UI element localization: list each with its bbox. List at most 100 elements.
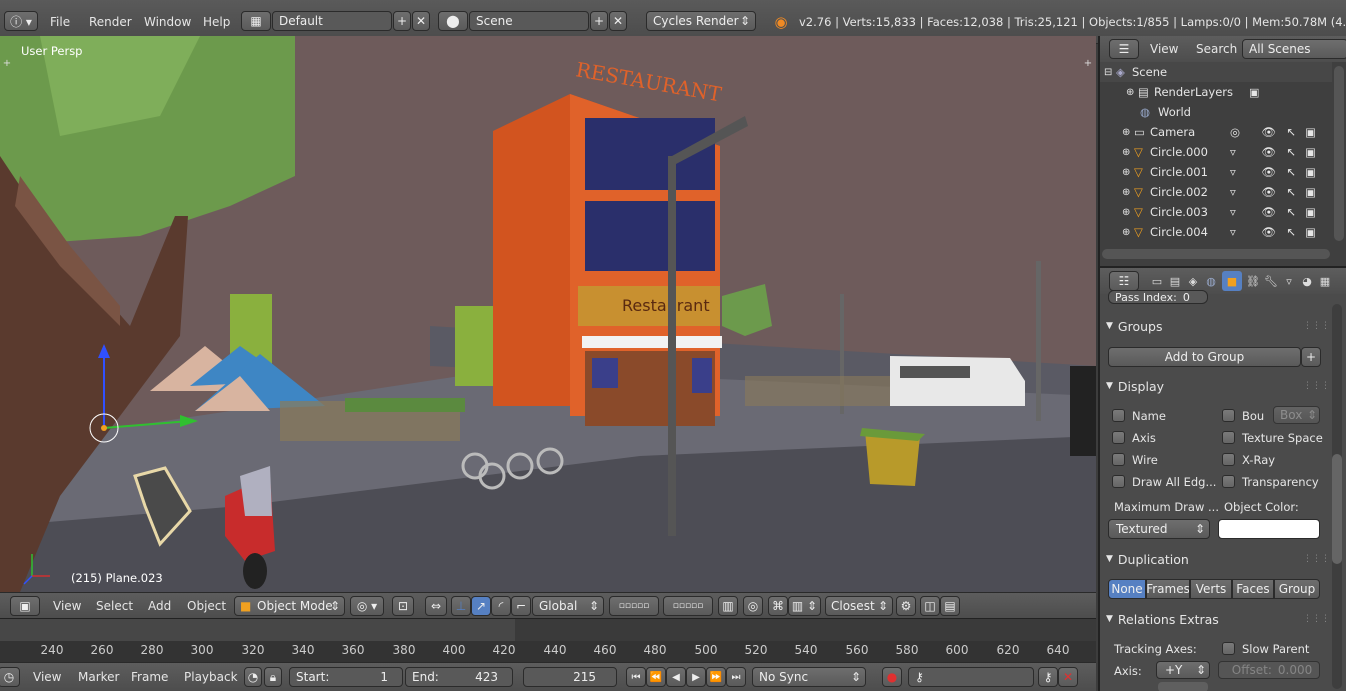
select-arrow-icon[interactable]: ↖ xyxy=(1276,225,1296,239)
visibility-eye-icon[interactable]: 👁︎ xyxy=(1256,225,1276,239)
lock-time-cursor-icon[interactable]: 🔒︎ xyxy=(264,667,282,687)
mode-dropdown[interactable]: ■ Object Mode ⇕ xyxy=(234,596,345,616)
drag-handle-icon[interactable]: ⋮⋮⋮ xyxy=(1303,554,1330,564)
visibility-eye-icon[interactable]: 👁︎ xyxy=(1256,125,1276,139)
toolshelf-toggle-icon[interactable]: + xyxy=(2,58,12,69)
outliner-scrollbar[interactable] xyxy=(1334,66,1344,241)
duplication-frames-button[interactable]: Frames xyxy=(1146,579,1190,599)
expand-icon[interactable]: ⊕ xyxy=(1126,87,1138,98)
scale-manipulator-icon[interactable]: ◜ xyxy=(491,596,511,616)
object-color-swatch[interactable] xyxy=(1218,519,1320,539)
jump-keyframe-forward-icon[interactable]: ⏩ xyxy=(706,667,726,687)
expand-icon[interactable]: ⊕ xyxy=(1122,227,1134,238)
name-checkbox[interactable] xyxy=(1112,409,1125,422)
menu-file[interactable]: File xyxy=(50,15,70,29)
outliner-row-world[interactable]: ◍ World xyxy=(1100,102,1332,122)
render-camera-icon[interactable]: ▣ xyxy=(1296,125,1316,139)
scene-tab-icon[interactable]: ◈ xyxy=(1184,273,1202,289)
layers-grid-2[interactable]: ▫▫▫▫▫ xyxy=(663,596,713,616)
relations-extras-panel-header[interactable]: ▼ Relations Extras ⋮⋮⋮ xyxy=(1106,609,1332,629)
editor-type-properties-icon[interactable]: ☷ xyxy=(1109,271,1139,291)
play-icon[interactable]: ▶ xyxy=(686,667,706,687)
wire-checkbox[interactable] xyxy=(1112,453,1125,466)
duplication-faces-button[interactable]: Faces xyxy=(1232,579,1274,599)
viewport-shading-icon[interactable]: ◎ ▾ xyxy=(350,596,384,616)
remove-layout-icon[interactable]: ✕ xyxy=(412,11,430,31)
opengl-render-icon[interactable]: ◫ xyxy=(920,596,940,616)
outliner-row-circle-004[interactable]: ⊕ ▽ Circle.004 ▿ 👁︎ ↖ ▣ xyxy=(1100,222,1332,242)
menu-object[interactable]: Object xyxy=(187,599,226,613)
select-arrow-icon[interactable]: ↖ xyxy=(1276,205,1296,219)
snap-element-icon[interactable]: ▥ ⇕ xyxy=(788,596,821,616)
scene-icon[interactable]: ⬤ xyxy=(438,11,468,31)
render-camera-icon[interactable]: ▣ xyxy=(1296,225,1316,239)
timeline-editor[interactable]: 240 260 280 300 320 340 360 380 400 420 … xyxy=(0,618,1096,663)
menu-window[interactable]: Window xyxy=(144,15,191,29)
preview-range-icon[interactable]: ◔ xyxy=(244,667,262,687)
add-to-group-button[interactable]: Add to Group xyxy=(1108,347,1301,367)
axis-checkbox[interactable] xyxy=(1112,431,1125,444)
menu-view[interactable]: View xyxy=(53,599,81,613)
play-reverse-icon[interactable]: ◀ xyxy=(666,667,686,687)
visibility-eye-icon[interactable]: 👁︎ xyxy=(1256,205,1276,219)
render-camera-icon[interactable]: ▣ xyxy=(1296,205,1316,219)
slow-parent-offset-field[interactable]: Offset: 0.000 xyxy=(1218,661,1320,679)
render-engine-dropdown[interactable]: Cycles Render ⇕ xyxy=(646,11,756,31)
expand-icon[interactable]: ⊕ xyxy=(1122,127,1134,138)
bounds-type-dropdown[interactable]: Box ⇕ xyxy=(1273,406,1320,424)
bounds-checkbox[interactable] xyxy=(1222,409,1235,422)
editor-type-timeline-icon[interactable]: ◷ xyxy=(0,667,20,687)
proportional-edit-icon[interactable]: ◎ xyxy=(743,596,763,616)
jump-start-icon[interactable]: ⏮ xyxy=(626,667,646,687)
select-arrow-icon[interactable]: ↖ xyxy=(1276,185,1296,199)
expand-icon[interactable]: ⊕ xyxy=(1122,167,1134,178)
expand-icon[interactable]: ⊕ xyxy=(1122,207,1134,218)
texture-space-checkbox[interactable] xyxy=(1222,431,1235,444)
lock-camera-icon[interactable]: ▥ xyxy=(718,596,738,616)
layout-name-field[interactable]: Default xyxy=(272,11,392,31)
opengl-animation-icon[interactable]: ▤ xyxy=(940,596,960,616)
3d-viewport[interactable]: Restaurant RESTAURANT User Persp (215) P… xyxy=(0,36,1096,592)
render-layers-tab-icon[interactable]: ▤ xyxy=(1166,273,1184,289)
draw-all-edges-checkbox[interactable] xyxy=(1112,475,1125,488)
properties-scrollbar[interactable] xyxy=(1332,454,1342,564)
sync-mode-dropdown[interactable]: No Sync ⇕ xyxy=(752,667,866,687)
insert-keyframe-icon[interactable]: ⚷ xyxy=(1038,667,1058,687)
menu-view[interactable]: View xyxy=(1150,42,1178,56)
menu-view[interactable]: View xyxy=(33,670,61,684)
current-frame-field[interactable]: 215 xyxy=(523,667,617,687)
expand-icon[interactable]: ⊕ xyxy=(1122,147,1134,158)
delete-keyframe-icon[interactable]: ✕ xyxy=(1058,667,1078,687)
pivot-point-icon[interactable]: ⊡ xyxy=(392,596,414,616)
auto-keyframe-icon[interactable]: ● xyxy=(882,667,902,687)
outliner-row-circle-002[interactable]: ⊕ ▽ Circle.002 ▿ 👁︎ ↖ ▣ xyxy=(1100,182,1332,202)
remove-scene-icon[interactable]: ✕ xyxy=(609,11,627,31)
select-arrow-icon[interactable]: ↖ xyxy=(1276,145,1296,159)
layout-grid-icon[interactable]: ▦ xyxy=(241,11,271,31)
render-camera-icon[interactable]: ▣ xyxy=(1296,145,1316,159)
snap-target-dropdown[interactable]: Closest ⇕ xyxy=(825,596,893,616)
max-draw-type-dropdown[interactable]: Textured ⇕ xyxy=(1108,519,1210,539)
editor-type-3d-icon[interactable]: ▣ xyxy=(10,596,40,616)
visibility-eye-icon[interactable]: 👁︎ xyxy=(1256,145,1276,159)
collapse-icon[interactable]: ⊟ xyxy=(1104,67,1116,78)
pass-index-field[interactable]: Pass Index: 0 xyxy=(1108,290,1208,304)
lock-axis-dropdown-partial[interactable] xyxy=(1158,682,1208,691)
menu-render[interactable]: Render xyxy=(89,15,132,29)
render-camera-icon[interactable]: ▣ xyxy=(1296,185,1316,199)
slow-parent-checkbox[interactable] xyxy=(1222,642,1235,655)
drag-handle-icon[interactable]: ⋮⋮⋮ xyxy=(1303,321,1330,331)
menu-playback[interactable]: Playback xyxy=(184,670,238,684)
outliner-row-camera[interactable]: ⊕ ▭ Camera ◎ 👁︎ ↖ ▣ xyxy=(1100,122,1332,142)
scene-name-field[interactable]: Scene xyxy=(469,11,589,31)
translate-manipulator-icon[interactable]: ⊥ xyxy=(451,596,471,616)
drag-handle-icon[interactable]: ⋮⋮⋮ xyxy=(1303,614,1330,624)
snap-rotation-icon[interactable]: ⚙ xyxy=(896,596,916,616)
start-frame-field[interactable]: Start: 1 xyxy=(289,667,403,687)
rotate-manipulator-icon[interactable]: ↗ xyxy=(471,596,491,616)
outliner-row-scene[interactable]: ⊟ ◈ Scene xyxy=(1100,62,1332,82)
object-tab-icon[interactable]: ■ xyxy=(1222,271,1242,291)
modifiers-tab-icon[interactable]: 🔧︎ xyxy=(1262,273,1280,289)
add-scene-icon[interactable]: + xyxy=(590,11,608,31)
visibility-eye-icon[interactable]: 👁︎ xyxy=(1256,165,1276,179)
